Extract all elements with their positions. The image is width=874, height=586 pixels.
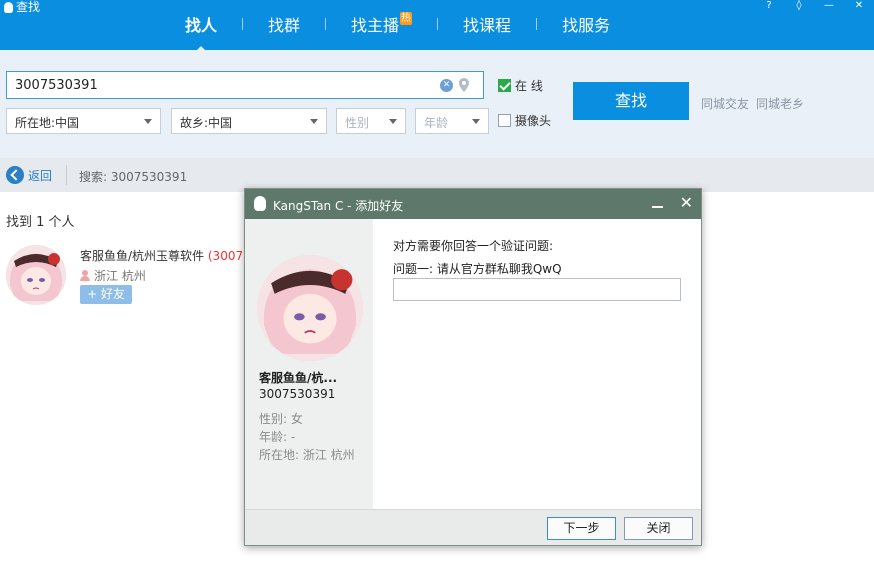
avatar[interactable] xyxy=(6,245,66,305)
result-nickname: 客服鱼鱼/杭州玉尊软件 xyxy=(80,249,205,263)
search-panel: 3007530391 ✕ 所在地:中国 故乡:中国 性别 年龄 在 线 摄像头 xyxy=(0,50,874,158)
minimize-icon[interactable]: — xyxy=(814,0,844,12)
profile-age: 年龄: - xyxy=(259,430,296,444)
back-button[interactable]: 返回 xyxy=(6,166,52,184)
search-input-value: 3007530391 xyxy=(15,78,98,93)
back-arrow-icon xyxy=(6,166,24,184)
app-title: 查找 xyxy=(4,0,40,14)
tab-label: 找主播 xyxy=(351,16,400,35)
dialog-footer: 下一步 关闭 xyxy=(245,509,701,545)
avatar-image xyxy=(6,245,66,305)
result-uid: (3007 xyxy=(207,249,244,263)
tab-find-services[interactable]: 找服务 xyxy=(537,12,635,36)
clear-icon[interactable]: ✕ xyxy=(440,79,453,92)
feedback-icon[interactable]: ? xyxy=(754,0,784,12)
tab-find-courses[interactable]: 找课程 xyxy=(438,12,536,36)
chevron-down-icon xyxy=(144,119,152,124)
location-pin-icon[interactable] xyxy=(459,78,469,92)
profile-avatar xyxy=(257,255,363,361)
tab-find-streamers[interactable]: 找主播热 xyxy=(326,12,437,36)
avatar-image xyxy=(257,255,363,361)
search-summary: 搜索: 3007530391 xyxy=(79,170,188,184)
close-icon[interactable]: ✕ xyxy=(844,0,874,12)
profile-name: 客服鱼鱼/杭... xyxy=(259,371,338,385)
profile-location: 所在地: 浙江 杭州 xyxy=(259,448,355,462)
tab-find-groups[interactable]: 找群 xyxy=(243,12,325,36)
window-controls: ? ◊ — ✕ xyxy=(754,0,874,12)
checkbox-checked-icon xyxy=(498,79,511,92)
find-window: 查找 找人 找群 找主播热 找课程 找服务 ? ◊ — ✕ 3007530391… xyxy=(0,0,874,586)
divider xyxy=(66,165,67,185)
chevron-down-icon xyxy=(389,119,397,124)
add-friend-button[interactable]: + 好友 xyxy=(80,285,132,304)
tab-find-people[interactable]: 找人 xyxy=(160,12,242,52)
same-city-hometown-link[interactable]: 同城老乡 xyxy=(756,95,804,112)
same-city-friends-link[interactable]: 同城交友 xyxy=(701,95,749,112)
pin-icon[interactable]: ◊ xyxy=(784,0,814,12)
female-person-icon xyxy=(80,270,90,281)
result-location: 浙江 杭州 xyxy=(80,267,146,284)
profile-panel: 客服鱼鱼/杭... 3007530391 性别: 女 年龄: - 所在地: 浙江… xyxy=(245,219,373,509)
back-label: 返回 xyxy=(28,168,53,183)
online-label: 在 线 xyxy=(515,79,543,93)
minimize-icon[interactable] xyxy=(652,206,663,208)
online-checkbox[interactable]: 在 线 xyxy=(498,77,543,94)
title-bar: 查找 找人 找群 找主播热 找课程 找服务 ? ◊ — ✕ xyxy=(0,0,874,52)
camera-label: 摄像头 xyxy=(515,114,552,128)
tab-bar: 找人 找群 找主播热 找课程 找服务 xyxy=(160,12,635,52)
hometown-value: 故乡:中国 xyxy=(180,116,233,130)
result-location-text: 浙江 杭州 xyxy=(94,269,146,283)
chevron-down-icon xyxy=(310,119,318,124)
window-title: 查找 xyxy=(16,0,41,14)
qq-penguin-icon xyxy=(254,196,266,211)
location-dropdown[interactable]: 所在地:中国 xyxy=(6,108,161,134)
chevron-down-icon xyxy=(472,119,480,124)
verification-question: 问题一: 请从官方群私聊我QwQ xyxy=(393,262,562,276)
close-button[interactable]: 关闭 xyxy=(624,517,693,540)
close-icon[interactable]: ✕ xyxy=(680,193,693,212)
checkbox-icon xyxy=(498,114,511,127)
profile-gender: 性别: 女 xyxy=(259,412,303,426)
result-count: 找到 1 个人 xyxy=(6,215,75,230)
verification-prompt: 对方需要你回答一个验证问题: xyxy=(393,239,554,253)
search-input[interactable]: 3007530391 ✕ xyxy=(6,71,484,99)
age-placeholder: 年龄 xyxy=(424,116,449,130)
answer-input[interactable] xyxy=(393,278,681,301)
qq-penguin-icon xyxy=(4,1,13,13)
gender-placeholder: 性别 xyxy=(345,116,370,130)
gender-dropdown[interactable]: 性别 xyxy=(336,108,406,134)
result-name[interactable]: 客服鱼鱼/杭州玉尊软件 (3007 xyxy=(80,247,243,264)
results-bar: 返回 搜索: 3007530391 xyxy=(0,158,874,192)
next-button[interactable]: 下一步 xyxy=(547,517,616,540)
age-dropdown[interactable]: 年龄 xyxy=(415,108,489,134)
profile-uid: 3007530391 xyxy=(259,387,336,401)
find-button[interactable]: 查找 xyxy=(573,82,689,120)
hometown-dropdown[interactable]: 故乡:中国 xyxy=(171,108,327,134)
hot-badge: 热 xyxy=(400,12,413,25)
add-friend-dialog: KangSTan C - 添加好友 ✕ 客服鱼鱼/杭... 3007530391 xyxy=(244,188,702,546)
dialog-title: KangSTan C - 添加好友 xyxy=(273,199,404,213)
dialog-title-bar: KangSTan C - 添加好友 ✕ xyxy=(245,189,701,219)
location-value: 所在地:中国 xyxy=(15,116,80,130)
camera-checkbox[interactable]: 摄像头 xyxy=(498,112,551,129)
